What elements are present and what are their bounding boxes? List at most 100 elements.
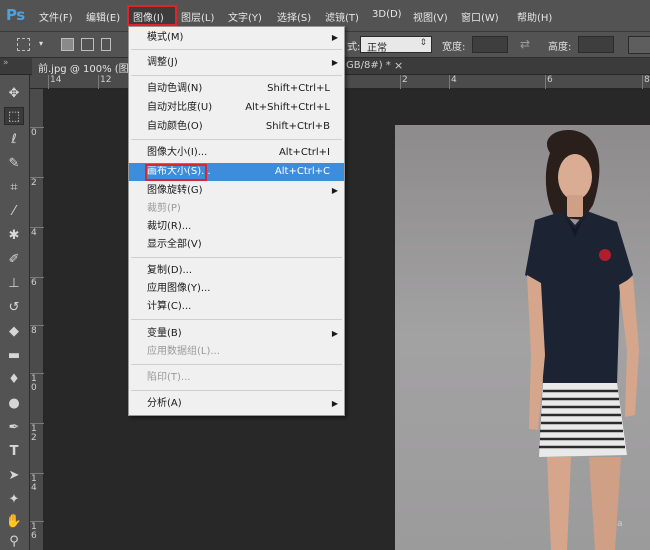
menu-item-shortcut: Shift+Ctrl+B	[265, 121, 330, 132]
ruler-label: 1 6	[31, 522, 37, 541]
eraser-tool-icon[interactable]: ◆	[4, 323, 24, 341]
menu-item-auto-contrast[interactable]: 自动对比度(U) Alt+Shift+Ctrl+L	[129, 99, 344, 117]
move-tool-icon[interactable]: ✥	[4, 85, 24, 103]
menu-item-canvas-size[interactable]: 画布大小(S)... Alt+Ctrl+C	[129, 163, 344, 181]
marquee-preset-icon[interactable]	[17, 38, 30, 51]
menu-item-variables[interactable]: 变量(B) ▶	[129, 325, 344, 343]
menu-item-trim[interactable]: 裁切(R)...	[129, 218, 344, 236]
type-tool-icon[interactable]: T	[4, 443, 24, 461]
menu-separator	[131, 390, 342, 391]
watermark-text: a	[617, 519, 623, 529]
height-label: 高度:	[548, 42, 572, 53]
ruler-label: 4	[31, 228, 37, 238]
width-field[interactable]	[472, 36, 508, 53]
style-select[interactable]: 正常 ⇕	[360, 36, 432, 54]
menu-item-mode[interactable]: 模式(M) ▶	[129, 29, 344, 47]
refine-edge-button[interactable]	[628, 36, 650, 54]
menu-item-reveal-all[interactable]: 显示全部(V)	[129, 236, 344, 254]
menu-separator	[131, 364, 342, 365]
menu-separator	[131, 49, 342, 50]
marquee-tool-icon[interactable]: ⬚	[4, 107, 24, 125]
pen-tool-icon[interactable]: ✒	[4, 419, 24, 437]
preset-dropdown-icon[interactable]: ▾	[39, 39, 43, 48]
lasso-tool-icon[interactable]: ℓ	[4, 131, 24, 149]
subtract-selection-icon[interactable]	[101, 38, 111, 51]
menu-item-label: 分析(A)	[147, 398, 182, 409]
menu-filter[interactable]: 滤镜(T)	[325, 9, 359, 24]
ruler-label: 6	[547, 75, 553, 85]
dodge-tool-icon[interactable]: ●	[4, 395, 24, 413]
menu-item-adjust[interactable]: 调整(J) ▶	[129, 54, 344, 72]
menu-item-image-size[interactable]: 图像大小(I)... Alt+Ctrl+I	[129, 144, 344, 162]
menu-separator	[131, 139, 342, 140]
menu-view[interactable]: 视图(V)	[413, 9, 448, 24]
menu-item-label: 应用图像(Y)...	[147, 283, 211, 294]
menu-layer[interactable]: 图层(L)	[181, 9, 214, 24]
menu-item-shortcut: Alt+Ctrl+I	[278, 147, 330, 158]
ruler-label: 4	[451, 75, 457, 85]
menu-item-duplicate[interactable]: 复制(D)...	[129, 262, 344, 280]
menu-item-label: 变量(B)	[147, 328, 182, 339]
menu-window[interactable]: 窗口(W)	[461, 9, 499, 24]
collapse-panel-icon[interactable]: »	[3, 58, 9, 68]
menu-image[interactable]: 图像(I)	[133, 9, 164, 24]
menu-3d[interactable]: 3D(D)	[372, 9, 402, 20]
ruler-label: 2	[402, 75, 408, 85]
menu-item-trap: 陷印(T)...	[129, 369, 344, 387]
submenu-arrow-icon: ▶	[331, 399, 338, 408]
menu-separator	[131, 75, 342, 76]
submenu-arrow-icon: ▶	[331, 58, 338, 67]
ruler-label: 8	[31, 326, 37, 336]
menu-select[interactable]: 选择(S)	[277, 9, 311, 24]
menu-item-label: 图像大小(I)...	[147, 147, 208, 158]
document-tab-partial[interactable]: GB/8#) *	[346, 60, 391, 71]
ruler-label: 1 0	[31, 374, 37, 393]
eyedropper-tool-icon[interactable]: ⁄	[4, 203, 24, 221]
tools-panel: ✥ ⬚ ℓ ✎ ⌗ ⁄ ✱ ✐ ⊥ ↺ ◆ ▬ ♦ ● ✒ T ➤ ✦ ✋ ⚲	[0, 75, 30, 550]
path-selection-tool-icon[interactable]: ➤	[4, 467, 24, 485]
gradient-tool-icon[interactable]: ▬	[4, 347, 24, 365]
menu-edit[interactable]: 编辑(E)	[86, 9, 120, 24]
menu-item-calculations[interactable]: 计算(C)...	[129, 298, 344, 316]
menu-item-analysis[interactable]: 分析(A) ▶	[129, 395, 344, 413]
width-label: 宽度:	[442, 42, 466, 53]
ruler-label: 2	[31, 178, 37, 188]
menu-item-label: 应用数据组(L)...	[147, 346, 220, 357]
ruler-label: 12	[100, 75, 112, 85]
new-selection-icon[interactable]	[61, 38, 74, 51]
height-field[interactable]	[578, 36, 614, 53]
menu-item-label: 复制(D)...	[147, 265, 193, 276]
history-brush-tool-icon[interactable]: ↺	[4, 299, 24, 317]
zoom-tool-icon[interactable]: ⚲	[4, 533, 24, 550]
menu-file[interactable]: 文件(F)	[39, 9, 73, 24]
menu-item-crop: 裁剪(P)	[129, 200, 344, 218]
quick-select-tool-icon[interactable]: ✎	[4, 155, 24, 173]
menu-item-apply-image[interactable]: 应用图像(Y)...	[129, 280, 344, 298]
healing-brush-tool-icon[interactable]: ✱	[4, 227, 24, 245]
menu-item-label: 裁切(R)...	[147, 221, 192, 232]
menu-item-label: 自动对比度(U)	[147, 102, 213, 113]
document-image[interactable]: a	[395, 125, 650, 550]
blur-tool-icon[interactable]: ♦	[4, 371, 24, 389]
ruler-label: 14	[50, 75, 62, 85]
menu-item-apply-data-set: 应用数据组(L)...	[129, 343, 344, 361]
close-tab-icon[interactable]: ×	[394, 59, 403, 72]
menu-item-image-rotation[interactable]: 图像旋转(G) ▶	[129, 182, 344, 200]
brush-tool-icon[interactable]: ✐	[4, 251, 24, 269]
clone-stamp-tool-icon[interactable]: ⊥	[4, 275, 24, 293]
menu-item-auto-tone[interactable]: 自动色调(N) Shift+Ctrl+L	[129, 80, 344, 98]
menu-help[interactable]: 帮助(H)	[517, 9, 552, 24]
vertical-ruler: 0 2 4 6 8 1 0 1 2 1 4 1 6	[30, 89, 44, 550]
menu-type[interactable]: 文字(Y)	[228, 9, 262, 24]
ruler-label: 8	[644, 75, 650, 85]
ruler-label: 1 2	[31, 424, 37, 443]
swap-icon[interactable]: ⇄	[520, 37, 530, 51]
add-selection-icon[interactable]	[81, 38, 94, 51]
photoshop-logo: Ps	[6, 6, 25, 24]
menu-item-auto-color[interactable]: 自动颜色(O) Shift+Ctrl+B	[129, 118, 344, 136]
submenu-arrow-icon: ▶	[331, 33, 338, 42]
document-tab[interactable]: 前.jpg @ 100% (图	[32, 58, 132, 75]
custom-shape-tool-icon[interactable]: ✦	[4, 491, 24, 509]
hand-tool-icon[interactable]: ✋	[4, 513, 24, 531]
crop-tool-icon[interactable]: ⌗	[4, 179, 24, 197]
